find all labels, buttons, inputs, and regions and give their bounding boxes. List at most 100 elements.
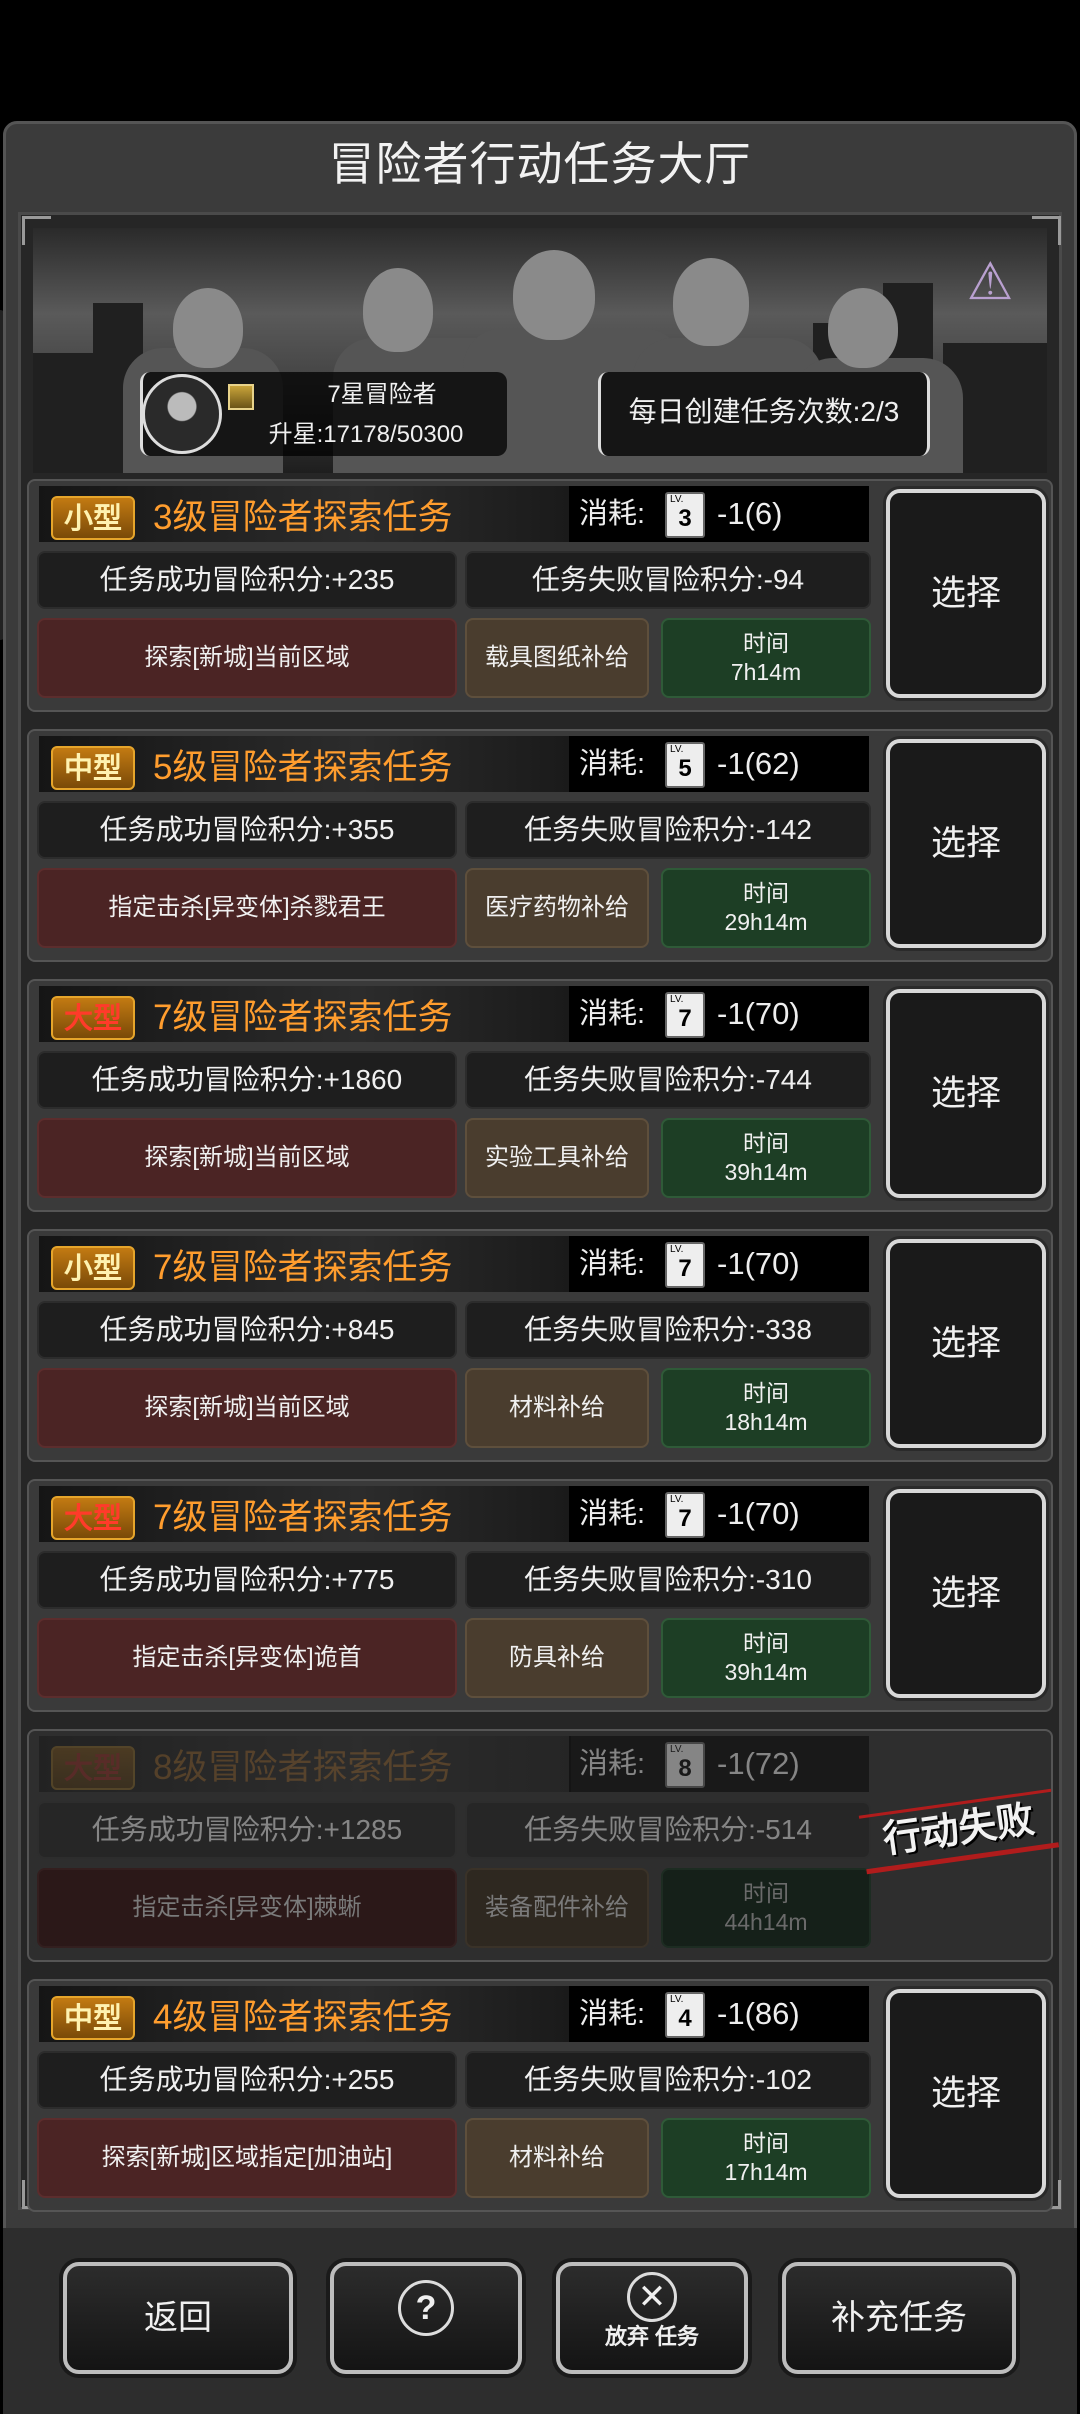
select-mission-button[interactable]: 选择 bbox=[886, 989, 1046, 1198]
abandon-mission-button[interactable]: ✕ 放弃 任务 bbox=[556, 2262, 748, 2374]
help-button[interactable]: ? bbox=[330, 2262, 522, 2374]
mission-target: 探索[新城]当前区域 bbox=[37, 1368, 457, 1448]
select-mission-button[interactable]: 选择 bbox=[886, 1989, 1046, 2198]
select-mission-button[interactable]: 选择 bbox=[886, 1239, 1046, 1448]
fail-points: 任务失败冒险积分:-94 bbox=[465, 551, 871, 609]
time-label: 时间 bbox=[743, 1880, 789, 1906]
mission-time: 时间 17h14m bbox=[661, 2118, 871, 2198]
mission-card: 小型 3级冒险者探索任务 消耗: LV. 3 -1(6) 任务成功冒险积分:+235 任务失败… bbox=[27, 479, 1053, 712]
time-label: 时间 bbox=[743, 1380, 789, 1406]
fail-points: 任务失败冒险积分:-744 bbox=[465, 1051, 871, 1109]
select-mission-button[interactable]: 选择 bbox=[886, 489, 1046, 698]
cost-label: 消耗: bbox=[579, 1748, 646, 1780]
mission-supply: 装备配件补给 bbox=[465, 1868, 649, 1948]
time-label: 时间 bbox=[743, 630, 789, 656]
page-title: 冒险者行动任务大厅 bbox=[328, 138, 752, 190]
faction-emblem-icon: ⚠ bbox=[966, 253, 1014, 311]
help-icon: ? bbox=[398, 2280, 454, 2336]
time-label: 时间 bbox=[743, 2130, 789, 2156]
level-ticket-number: 7 bbox=[678, 1005, 692, 1032]
mission-header: 小型 7级冒险者探索任务 bbox=[39, 1236, 571, 1292]
abandon-label: 放弃 任务 bbox=[604, 2324, 700, 2349]
mission-time: 时间 18h14m bbox=[661, 1368, 871, 1448]
mission-supply: 材料补给 bbox=[465, 2118, 649, 2198]
mission-size-badge: 大型 bbox=[51, 1746, 135, 1790]
mission-header: 大型 7级冒险者探索任务 bbox=[39, 986, 571, 1042]
mission-size-badge: 大型 bbox=[51, 996, 135, 1040]
time-label: 时间 bbox=[743, 1630, 789, 1656]
fail-points: 任务失败冒险积分:-514 bbox=[465, 1801, 871, 1859]
time-value: 39h14m bbox=[724, 1659, 808, 1685]
mission-cost: 消耗: LV. 4 -1(86) bbox=[569, 1986, 869, 2042]
cost-label: 消耗: bbox=[579, 748, 646, 780]
mission-time: 时间 29h14m bbox=[661, 868, 871, 948]
mission-target: 指定击杀[异变体]杀戮君王 bbox=[37, 868, 457, 948]
promotion-progress: 升星:17178/50300 bbox=[268, 421, 464, 448]
level-ticket-number: 3 bbox=[678, 505, 692, 532]
time-label: 时间 bbox=[743, 1130, 789, 1156]
refill-missions-button[interactable]: 补充任务 bbox=[782, 2262, 1016, 2374]
mission-size-badge: 小型 bbox=[51, 1246, 135, 1290]
cost-label: 消耗: bbox=[579, 498, 646, 530]
time-value: 29h14m bbox=[724, 909, 808, 935]
level-ticket-icon: LV. 5 bbox=[665, 742, 705, 788]
mission-size-badge: 小型 bbox=[51, 496, 135, 540]
avatar[interactable] bbox=[142, 374, 222, 454]
mission-supply: 防具补给 bbox=[465, 1618, 649, 1698]
fail-points: 任务失败冒险积分:-142 bbox=[465, 801, 871, 859]
cost-value: -1(70) bbox=[717, 996, 800, 1031]
time-label: 时间 bbox=[743, 880, 789, 906]
success-points: 任务成功冒险积分:+355 bbox=[37, 801, 457, 859]
level-ticket-icon: LV. 7 bbox=[665, 1492, 705, 1538]
mission-title: 5级冒险者探索任务 bbox=[153, 748, 453, 787]
cost-label: 消耗: bbox=[579, 1498, 646, 1530]
mission-supply: 医疗药物补给 bbox=[465, 868, 649, 948]
mission-card: 大型 7级冒险者探索任务 消耗: LV. 7 -1(70) 任务成功冒险积分:+775 任务失… bbox=[27, 1479, 1053, 1712]
success-points: 任务成功冒险积分:+255 bbox=[37, 2051, 457, 2109]
mission-supply: 材料补给 bbox=[465, 1368, 649, 1448]
mission-target: 探索[新城]区域指定[加油站] bbox=[37, 2118, 457, 2198]
rank-badge-icon bbox=[228, 384, 254, 410]
cost-label: 消耗: bbox=[579, 1248, 646, 1280]
level-ticket-icon: LV. 4 bbox=[665, 1992, 705, 2038]
mission-supply: 载具图纸补给 bbox=[465, 618, 649, 698]
daily-creation-count: 每日创建任务次数:2/3 bbox=[598, 372, 930, 456]
abandon-icon: ✕ bbox=[627, 2272, 677, 2322]
time-value: 17h14m bbox=[724, 2159, 808, 2185]
refill-label: 补充任务 bbox=[831, 2299, 967, 2337]
fail-points: 任务失败冒险积分:-102 bbox=[465, 2051, 871, 2109]
success-points: 任务成功冒险积分:+845 bbox=[37, 1301, 457, 1359]
mission-title: 7级冒险者探索任务 bbox=[153, 1248, 453, 1287]
mission-target: 探索[新城]当前区域 bbox=[37, 618, 457, 698]
mission-title: 3级冒险者探索任务 bbox=[153, 498, 453, 537]
level-ticket-icon: LV. 3 bbox=[665, 492, 705, 538]
mission-cost: 消耗: LV. 5 -1(62) bbox=[569, 736, 869, 792]
back-button[interactable]: 返回 bbox=[63, 2262, 293, 2374]
time-value: 7h14m bbox=[730, 659, 802, 685]
level-ticket-icon: LV. 7 bbox=[665, 992, 705, 1038]
success-points: 任务成功冒险积分:+1285 bbox=[37, 1801, 457, 1859]
back-label: 返回 bbox=[144, 2299, 212, 2337]
cost-value: -1(72) bbox=[717, 1746, 800, 1781]
mission-title: 8级冒险者探索任务 bbox=[153, 1748, 453, 1787]
time-value: 44h14m bbox=[724, 1909, 808, 1935]
fail-points: 任务失败冒险积分:-338 bbox=[465, 1301, 871, 1359]
mission-size-badge: 大型 bbox=[51, 1496, 135, 1540]
mission-cost: 消耗: LV. 8 -1(72) bbox=[569, 1736, 869, 1792]
mission-card: 中型 5级冒险者探索任务 消耗: LV. 5 -1(62) 任务成功冒险积分:+355 任务失… bbox=[27, 729, 1053, 962]
select-mission-button[interactable]: 选择 bbox=[886, 1489, 1046, 1698]
mission-header: 大型 7级冒险者探索任务 bbox=[39, 1486, 571, 1542]
level-ticket-icon: LV. 8 bbox=[665, 1742, 705, 1788]
mission-cost: 消耗: LV. 3 -1(6) bbox=[569, 486, 869, 542]
mission-header: 中型 5级冒险者探索任务 bbox=[39, 736, 571, 792]
select-mission-button[interactable]: 选择 bbox=[886, 739, 1046, 948]
mission-header: 小型 3级冒险者探索任务 bbox=[39, 486, 571, 542]
mission-cost: 消耗: LV. 7 -1(70) bbox=[569, 1486, 869, 1542]
level-ticket-number: 4 bbox=[678, 2005, 692, 2032]
cost-value: -1(70) bbox=[717, 1246, 800, 1281]
mission-cost: 消耗: LV. 7 -1(70) bbox=[569, 986, 869, 1042]
fail-points: 任务失败冒险积分:-310 bbox=[465, 1551, 871, 1609]
level-ticket-number: 5 bbox=[678, 755, 692, 782]
cost-value: -1(6) bbox=[717, 496, 783, 531]
mission-time: 时间 39h14m bbox=[661, 1618, 871, 1698]
